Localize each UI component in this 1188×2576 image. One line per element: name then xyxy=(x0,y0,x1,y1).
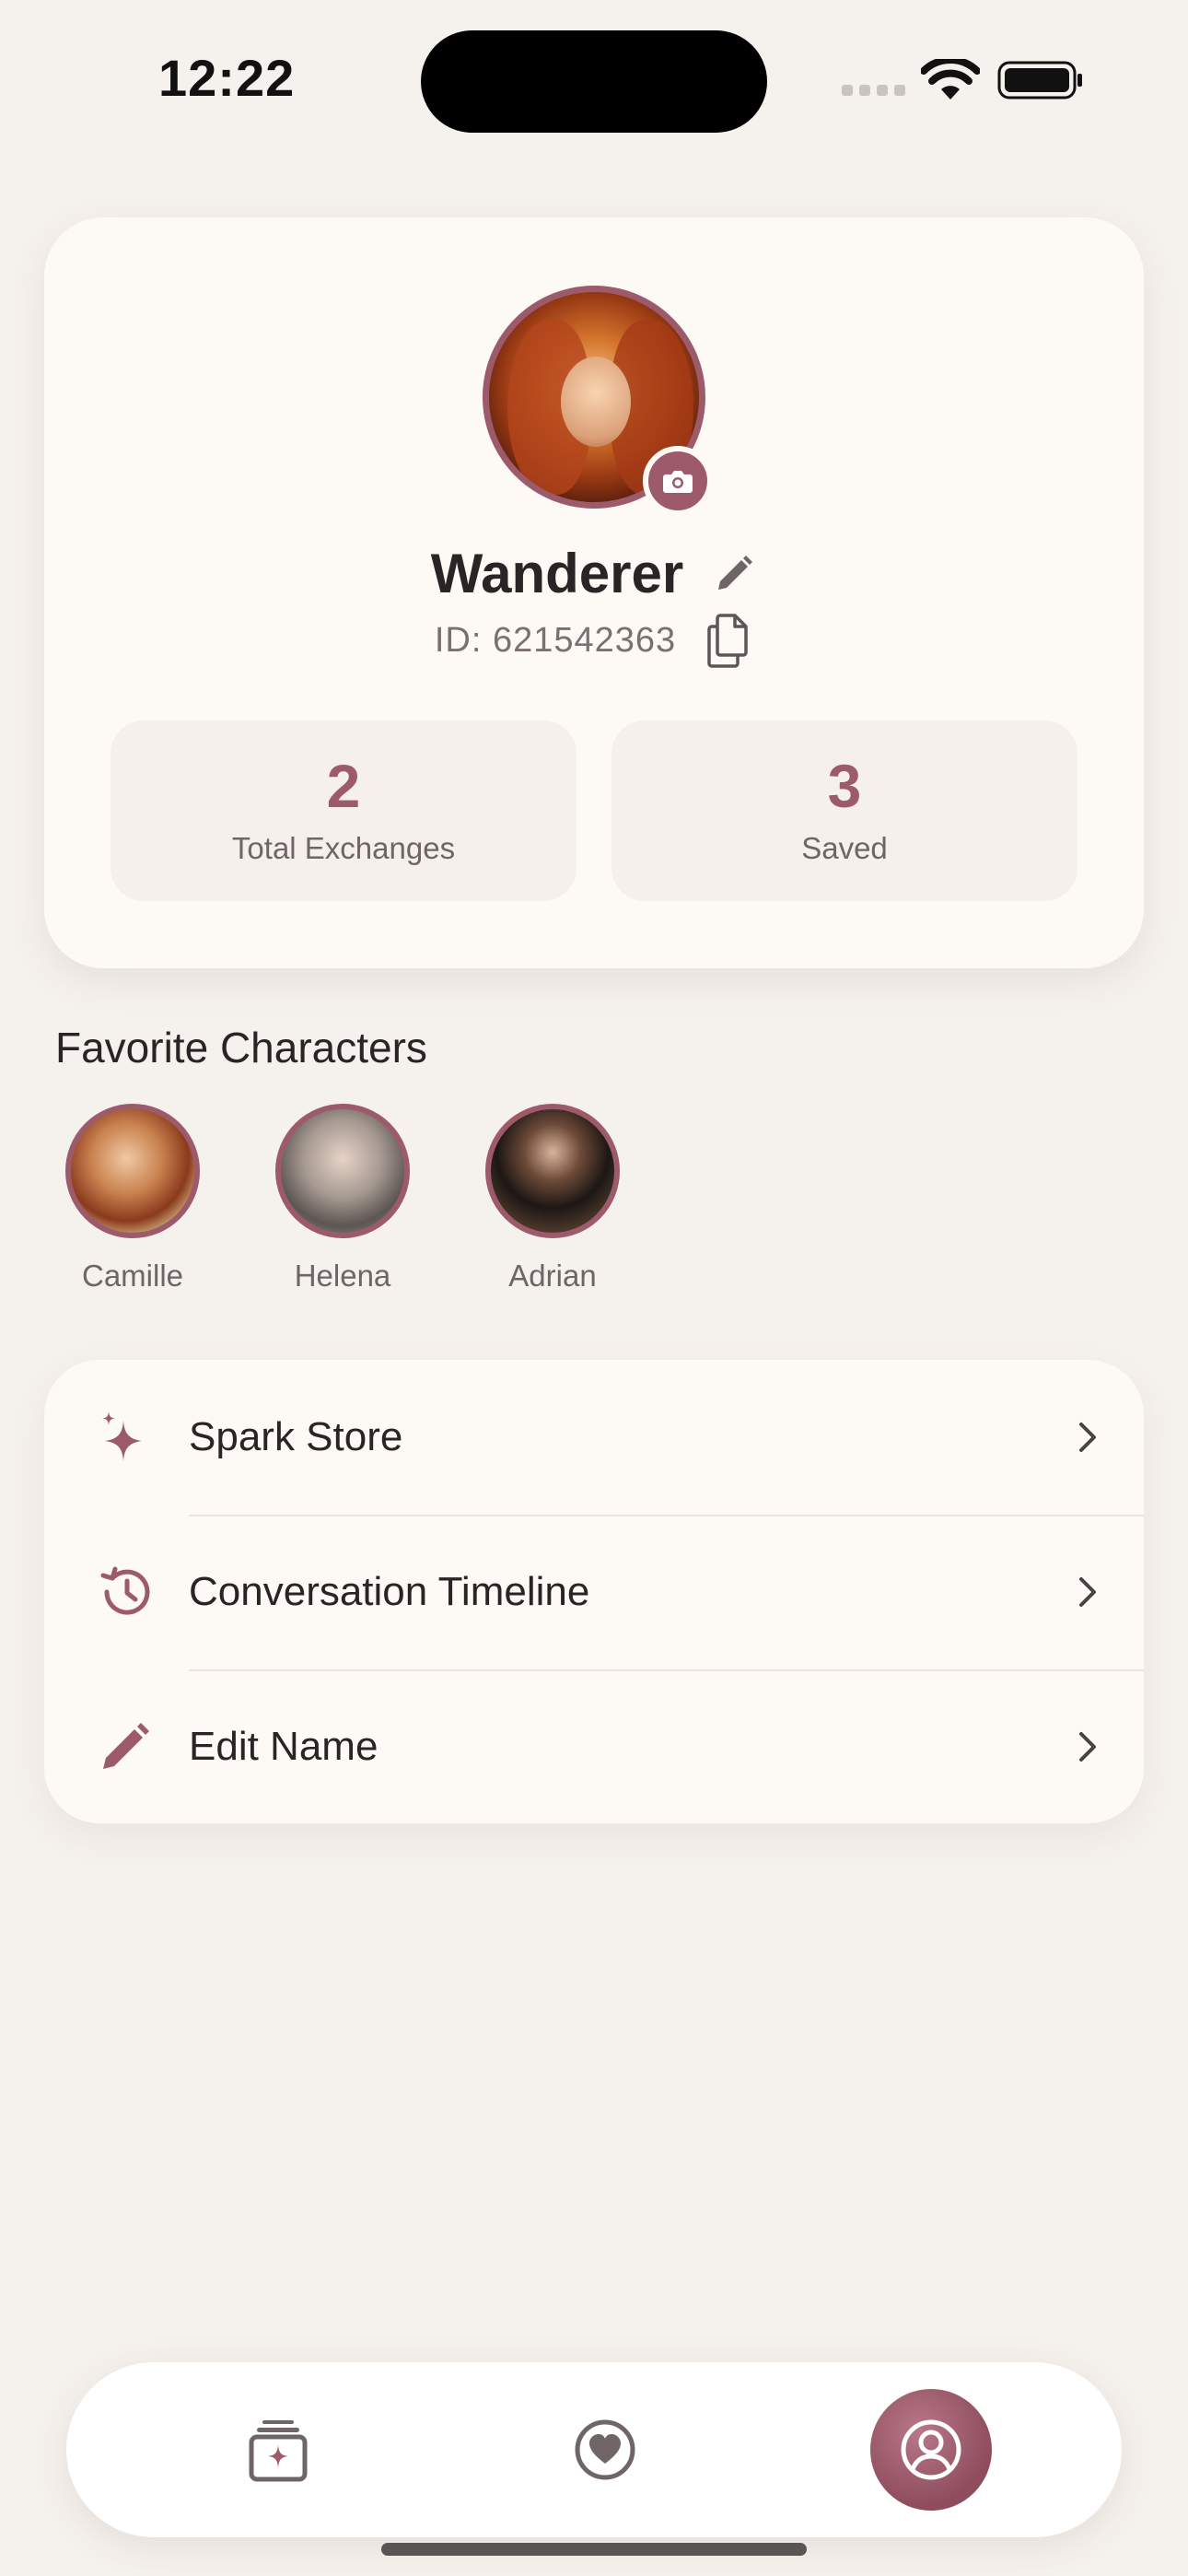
profile-avatar-wrapper xyxy=(483,286,713,516)
menu-label: Edit Name xyxy=(189,1724,379,1769)
change-photo-button[interactable] xyxy=(643,446,713,516)
battery-icon xyxy=(997,61,1082,100)
username-row: Wanderer xyxy=(44,542,1144,605)
menu-label: Conversation Timeline xyxy=(189,1569,590,1614)
favorite-character-camille[interactable]: Camille xyxy=(59,1104,206,1294)
menu-item-spark-store[interactable]: Spark Store xyxy=(44,1360,1144,1515)
tab-bar xyxy=(66,2362,1122,2537)
chevron-right-icon xyxy=(1079,1732,1096,1762)
cards-sparkle-icon xyxy=(249,2420,308,2482)
character-name: Helena xyxy=(294,1259,391,1293)
stat-label: Saved xyxy=(801,831,888,865)
wifi-icon xyxy=(921,59,980,100)
stat-label: Total Exchanges xyxy=(231,831,456,865)
tab-active-indicator xyxy=(870,2389,992,2511)
status-time: 12:22 xyxy=(158,49,296,107)
chevron-right-icon xyxy=(1079,1577,1096,1607)
stat-total-exchanges: 2 Total Exchanges xyxy=(111,720,577,901)
tab-favorites[interactable] xyxy=(550,2362,660,2537)
character-avatar xyxy=(275,1104,410,1238)
home-indicator xyxy=(381,2543,807,2556)
status-bar: 12:22 xyxy=(0,0,1188,157)
edit-name-icon[interactable] xyxy=(711,551,757,597)
chevron-right-icon xyxy=(1079,1423,1096,1452)
menu-item-edit-name[interactable]: Edit Name xyxy=(44,1669,1144,1824)
menu-label: Spark Store xyxy=(189,1414,403,1459)
character-avatar xyxy=(485,1104,620,1238)
camera-icon xyxy=(663,471,693,493)
favorite-character-adrian[interactable]: Adrian xyxy=(479,1104,626,1294)
copy-icon[interactable] xyxy=(702,612,753,669)
stat-value: 2 xyxy=(326,752,361,820)
username: Wanderer xyxy=(430,543,684,604)
profile-card: Wanderer ID: 621542363 2 Total Exchanges… xyxy=(44,217,1144,968)
history-icon xyxy=(100,1566,150,1615)
character-name: Camille xyxy=(81,1259,184,1293)
stat-saved: 3 Saved xyxy=(611,720,1077,901)
character-name: Adrian xyxy=(508,1259,597,1293)
user-id: ID: 621542363 xyxy=(434,620,677,660)
favorites-title: Favorite Characters xyxy=(55,1024,427,1071)
favorite-character-helena[interactable]: Helena xyxy=(269,1104,416,1294)
profile-icon xyxy=(901,2419,961,2480)
character-avatar xyxy=(65,1104,200,1238)
sparkle-icon xyxy=(102,1411,142,1461)
menu-item-conversation-timeline[interactable]: Conversation Timeline xyxy=(44,1515,1144,1669)
stat-value: 3 xyxy=(827,752,862,820)
tab-profile[interactable] xyxy=(870,2362,992,2537)
settings-menu: Spark Store Conversation Timeline Edit N… xyxy=(44,1360,1144,1823)
user-id-row: ID: 621542363 xyxy=(44,612,1144,669)
dynamic-island xyxy=(421,30,767,133)
heart-circle-icon xyxy=(575,2419,635,2480)
tab-discover[interactable] xyxy=(223,2362,333,2537)
cellular-signal-icon xyxy=(842,85,905,96)
pencil-icon xyxy=(103,1723,149,1769)
